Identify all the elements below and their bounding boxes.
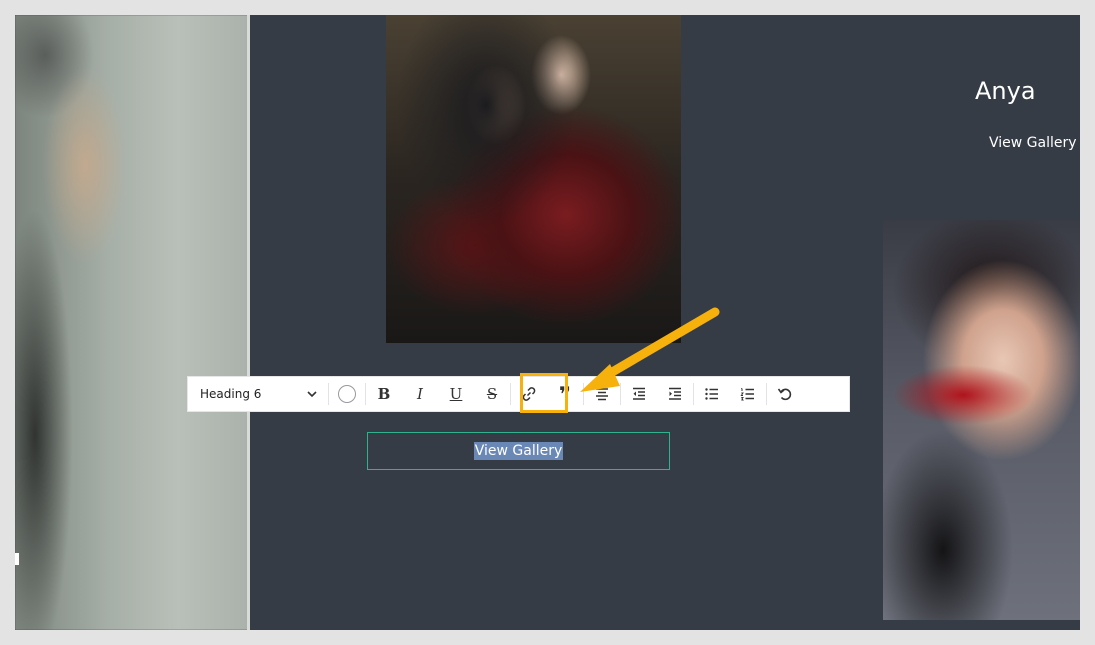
bullet-list-icon — [705, 388, 718, 400]
text-color-button[interactable] — [329, 377, 365, 411]
strikethrough-icon: S — [486, 385, 498, 403]
gallery-photo-portrait[interactable] — [883, 220, 1080, 620]
blockquote-button[interactable]: ❞ — [547, 377, 583, 411]
align-center-button[interactable] — [584, 377, 620, 411]
undo-icon — [777, 388, 792, 401]
numbered-list-button[interactable] — [730, 377, 766, 411]
gallery-photo-couple[interactable] — [386, 15, 681, 343]
panel-divider — [247, 15, 250, 630]
align-center-icon — [596, 388, 608, 401]
undo-button[interactable] — [767, 377, 803, 411]
format-select-value: Heading 6 — [200, 387, 262, 401]
indent-button[interactable] — [657, 377, 693, 411]
bold-icon: B — [377, 385, 391, 403]
bullet-list-button[interactable] — [694, 377, 730, 411]
format-select[interactable]: Heading 6 — [188, 377, 328, 411]
indent-icon — [669, 387, 681, 400]
view-gallery-link[interactable]: View Gallery — [989, 135, 1077, 151]
edge-mark — [15, 553, 19, 565]
italic-icon: I — [417, 385, 423, 403]
rich-text-toolbar: Heading 6 B I U S ❞ — [187, 376, 850, 412]
chevron-down-icon — [307, 391, 317, 398]
color-circle-icon — [338, 385, 356, 403]
outdent-icon — [633, 387, 645, 400]
underline-icon: U — [449, 385, 463, 403]
model-name-heading: Anya — [975, 77, 1036, 105]
numbered-list-icon — [740, 387, 754, 401]
underline-button[interactable]: U — [438, 377, 474, 411]
button-text-field[interactable]: View Gallery — [367, 432, 670, 470]
outdent-button[interactable] — [621, 377, 657, 411]
strikethrough-button[interactable]: S — [474, 377, 510, 411]
link-button[interactable] — [511, 377, 547, 411]
italic-button[interactable]: I — [402, 377, 438, 411]
selected-text[interactable]: View Gallery — [473, 442, 564, 460]
page-canvas: Anya View Gallery — [15, 15, 1080, 630]
link-icon — [522, 387, 536, 401]
quote-icon: ❞ — [559, 382, 571, 406]
bold-button[interactable]: B — [366, 377, 402, 411]
blurred-photo-left — [15, 15, 248, 630]
